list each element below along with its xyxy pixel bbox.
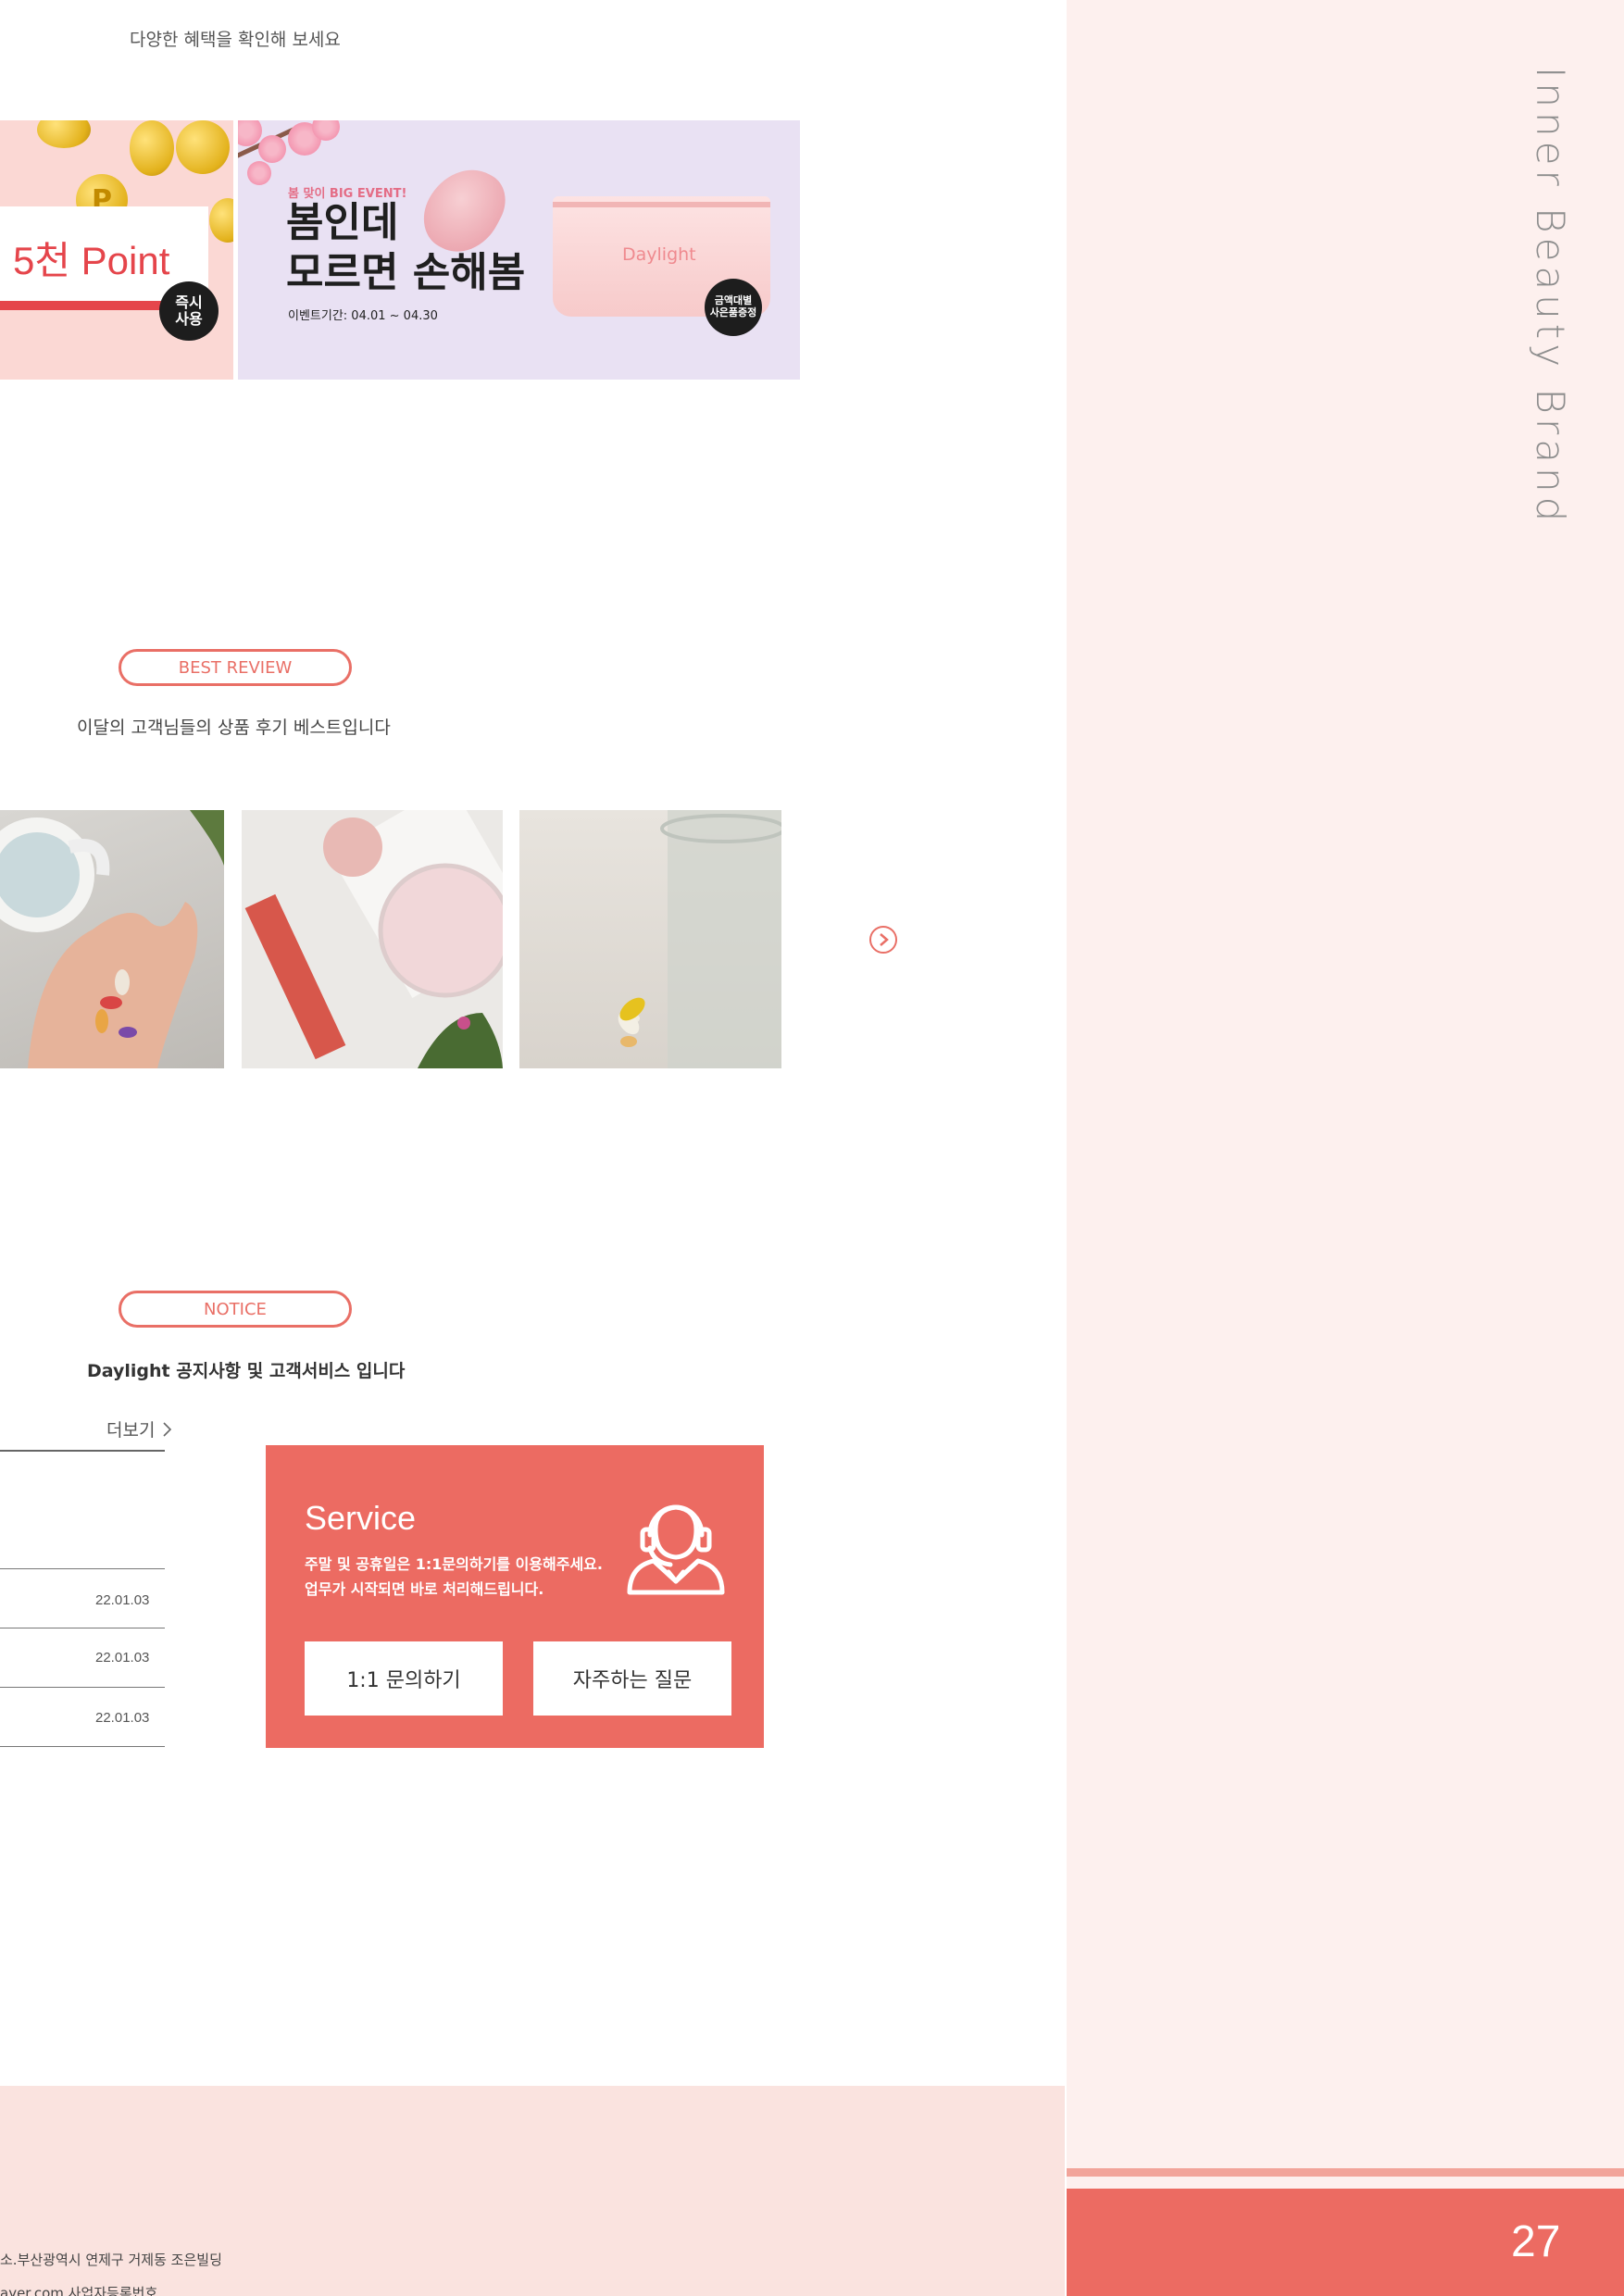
more-label: 더보기 — [106, 1420, 156, 1441]
coin-icon — [37, 120, 91, 148]
coin-icon — [130, 120, 174, 176]
inquiry-button[interactable]: 1:1 문의하기 — [305, 1641, 503, 1716]
coin-icon — [176, 120, 230, 174]
page-number: 27 — [1511, 2217, 1561, 2266]
service-title: Service — [305, 1499, 417, 1537]
notice-divider — [0, 1568, 165, 1569]
review-photo-water[interactable] — [519, 810, 781, 1068]
spring-event-banner[interactable]: 봄 맞이 BIG EVENT! 봄인데 모르면 손해봄 이벤트기간: 04.01… — [238, 120, 800, 380]
chevron-right-icon — [880, 933, 889, 946]
notice-date: 22.01.03 — [95, 1710, 150, 1726]
chevron-right-icon — [162, 1422, 171, 1437]
page-area: 다양한 혜택을 확인해 보세요 P 5천 Point 즉시 사용 봄 맞이 BI… — [0, 0, 1065, 2296]
collagen-illustration — [244, 810, 503, 1068]
footer-contact: ayer.com 사업자등록번호 — [0, 2285, 158, 2296]
notice-more-link[interactable]: 더보기 — [106, 1416, 172, 1441]
water-glass-illustration — [618, 810, 781, 1068]
point-event-banner[interactable]: P 5천 Point 즉시 사용 — [0, 120, 233, 380]
hand-pills-illustration — [0, 810, 224, 1068]
headset-agent-icon — [627, 1504, 725, 1595]
faq-button[interactable]: 자주하는 질문 — [533, 1641, 731, 1716]
notice-label[interactable]: NOTICE — [119, 1291, 352, 1328]
notice-date: 22.01.03 — [95, 1592, 150, 1608]
service-line1: 주말 및 공휴일은 1:1문의하기를 이용해주세요. — [305, 1555, 603, 1573]
event-period: 이벤트기간: 04.01 ~ 04.30 — [288, 309, 438, 323]
service-description: 주말 및 공휴일은 1:1문의하기를 이용해주세요. 업무가 시작되면 바로 처… — [305, 1552, 603, 1602]
review-next-button[interactable] — [869, 926, 897, 954]
sidebar-stripe — [1067, 2168, 1624, 2177]
event-title-line2: 모르면 손해봄 — [286, 249, 526, 296]
notice-subtitle: Daylight 공지사항 및 고객서비스 입니다 — [87, 1361, 406, 1381]
pouch-logo: Daylight — [622, 244, 696, 265]
instant-use-badge: 즉시 사용 — [159, 281, 219, 341]
pouch-zipper — [553, 202, 770, 207]
gift-badge: 금액대별 사은품증정 — [705, 279, 762, 336]
point-title: 5천 Point — [13, 239, 170, 282]
service-panel: Service 주말 및 공휴일은 1:1문의하기를 이용해주세요. 업무가 시… — [266, 1445, 764, 1748]
brand-tagline: Inner Beauty Brand — [1528, 67, 1573, 527]
notice-divider — [0, 1746, 165, 1747]
sidebar: Inner Beauty Brand 27 — [1067, 0, 1624, 2296]
review-subtitle: 이달의 고객님들의 상품 후기 베스트입니다 — [77, 718, 391, 738]
footer-address: 소.부산광역시 연제구 거제동 조은빌딩 — [0, 2252, 222, 2268]
event-subtitle: 다양한 혜택을 확인해 보세요 — [130, 30, 341, 50]
review-photo-hand[interactable] — [0, 810, 224, 1068]
blossom-icon — [247, 161, 271, 185]
notice-top-rule — [0, 1450, 165, 1452]
footer: 소.부산광역시 연제구 거제동 조은빌딩 ayer.com 사업자등록번호 — [0, 2086, 1065, 2296]
point-underline — [0, 301, 185, 310]
blossom-icon — [258, 135, 286, 163]
coin-icon — [209, 198, 233, 243]
notice-date: 22.01.03 — [95, 1650, 150, 1666]
review-photo-collagen[interactable] — [242, 810, 503, 1068]
service-line2: 업무가 시작되면 바로 처리해드립니다. — [305, 1580, 544, 1598]
notice-divider — [0, 1687, 165, 1688]
best-review-label[interactable]: BEST REVIEW — [119, 649, 352, 686]
